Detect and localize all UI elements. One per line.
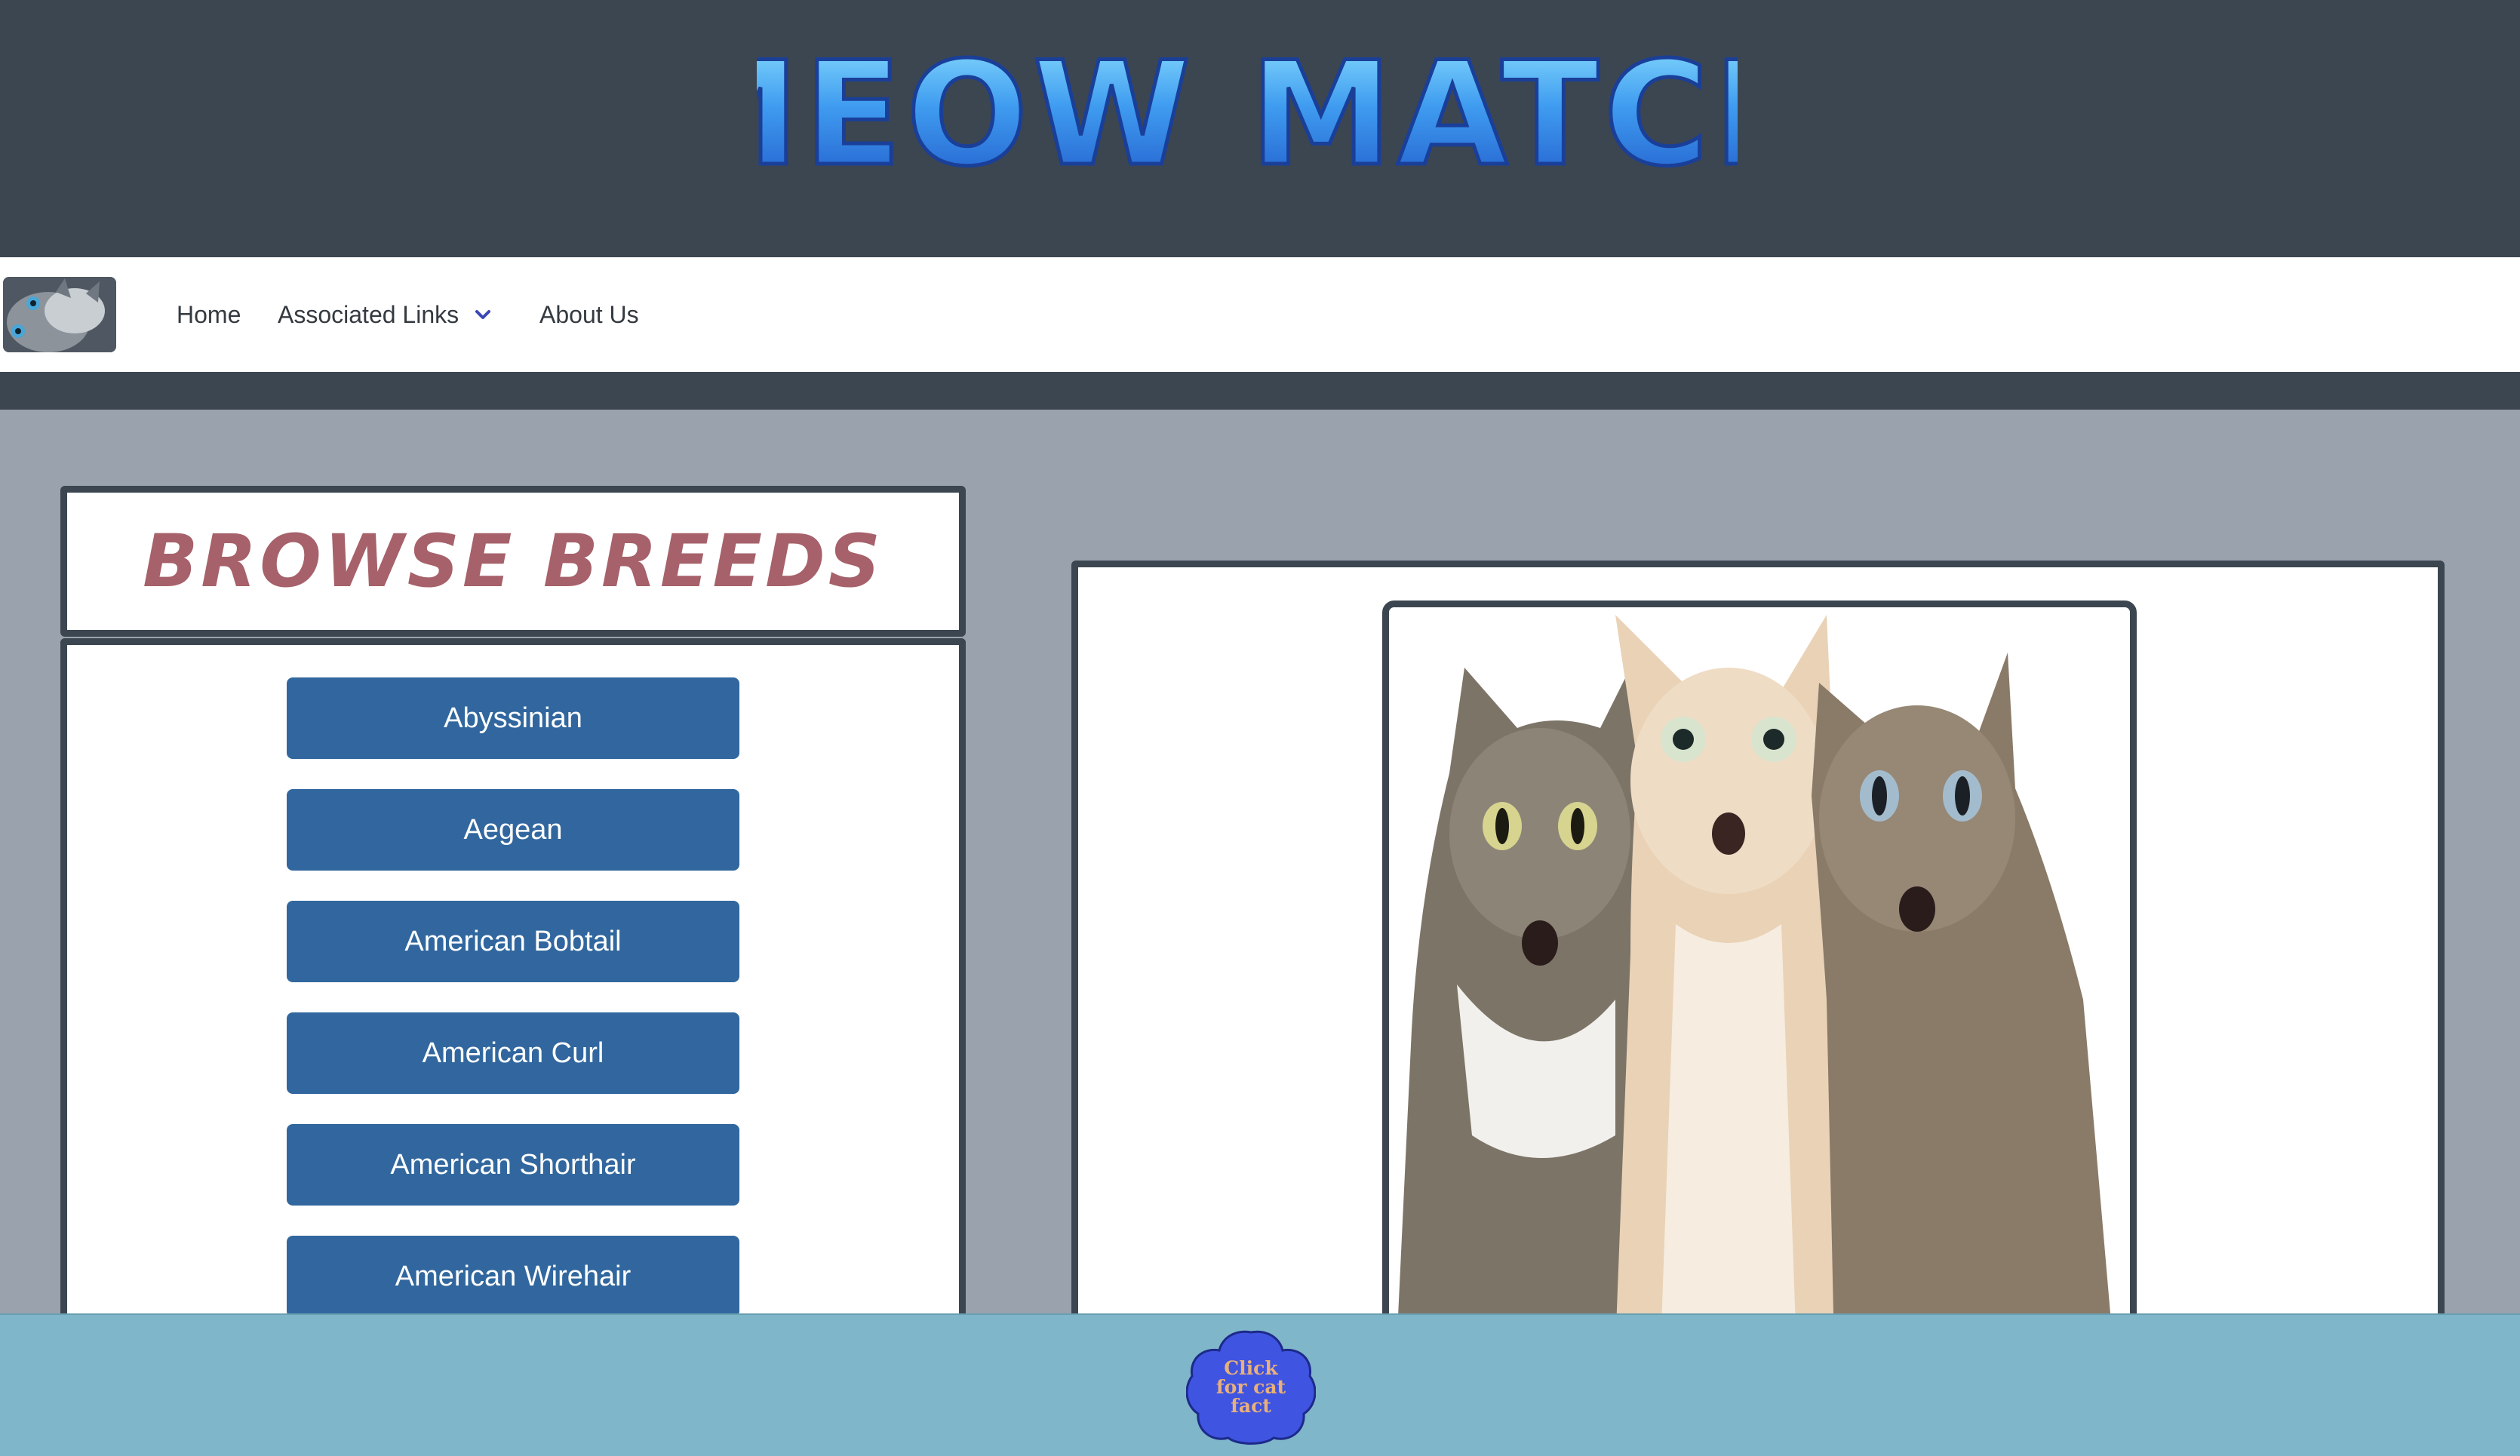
browse-breeds-header: Browse Breeds (60, 486, 966, 637)
header-banner: MEOW MATCH (0, 0, 2520, 257)
meow-match-logo: MEOW MATCH (757, 34, 1738, 200)
main-content: Browse Breeds Abyssinian Aegean American… (0, 410, 2520, 1393)
logo-text: MEOW MATCH (757, 34, 1738, 198)
breed-list-panel[interactable]: Abyssinian Aegean American Bobtail Ameri… (60, 638, 966, 1393)
nav-associated-links-dropdown[interactable]: Associated Links (278, 257, 492, 372)
breed-button-aegean[interactable]: Aegean (287, 789, 739, 871)
featured-image-panel (1071, 561, 2445, 1390)
nav-home-link[interactable]: Home (177, 257, 241, 372)
cat-fact-label: Click for cat fact (1215, 1356, 1286, 1417)
nav-associated-links-label: Associated Links (278, 300, 459, 328)
nav-about-us-label: About Us (539, 300, 639, 328)
nav-home-label: Home (177, 300, 241, 328)
breed-button-abyssinian[interactable]: Abyssinian (287, 677, 739, 759)
cat-avatar-icon[interactable] (3, 277, 116, 352)
three-cats-illustration (1389, 607, 2130, 1348)
browse-breeds-title: Browse Breeds (143, 519, 884, 604)
chevron-down-icon (475, 310, 491, 319)
cat-fact-button[interactable]: Click for cat fact (1185, 1328, 1317, 1445)
breed-button-american-wirehair[interactable]: American Wirehair (287, 1236, 739, 1317)
footer: Click for cat fact (0, 1313, 2520, 1456)
navbar: Home Associated Links About Us (0, 257, 2520, 372)
breed-button-american-shorthair[interactable]: American Shorthair (287, 1124, 739, 1206)
breed-button-american-bobtail[interactable]: American Bobtail (287, 901, 739, 982)
cats-photo (1382, 601, 2137, 1355)
breed-button-american-curl[interactable]: American Curl (287, 1012, 739, 1094)
nav-about-us-link[interactable]: About Us (539, 257, 639, 372)
header-divider-strip (0, 372, 2520, 410)
